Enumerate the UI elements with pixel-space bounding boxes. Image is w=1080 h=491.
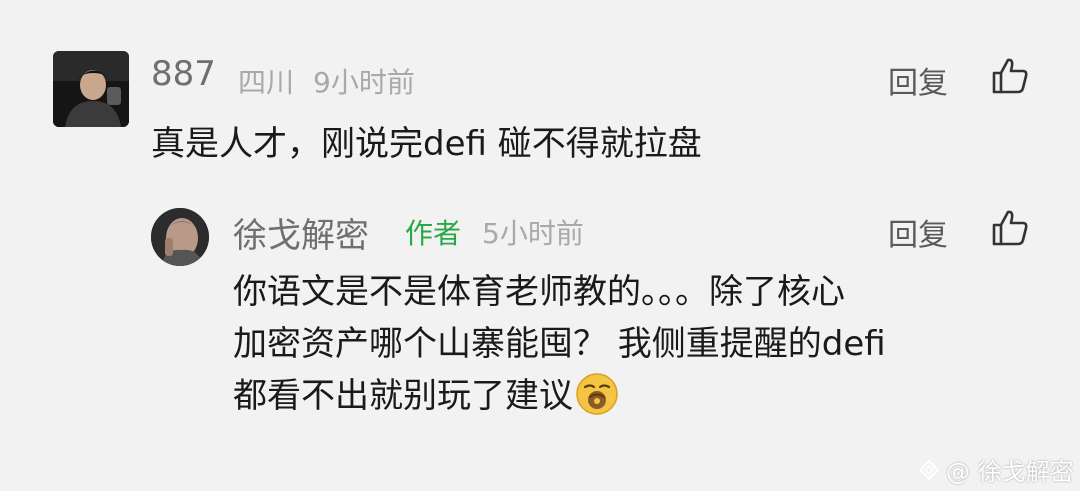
emoji-icon <box>575 372 619 416</box>
reply-text-line: 你语文是不是体育老师教的。。。除了核心 <box>233 272 845 312</box>
reply-text-line-content: 都看不出就别玩了建议 <box>233 376 573 416</box>
timestamp: 9小时前 <box>313 66 415 99</box>
avatar-image <box>151 208 209 266</box>
comment-text: 真是人才，刚说完defi 碰不得就拉盘 <box>151 124 702 164</box>
username[interactable]: 887 <box>151 54 216 94</box>
author-badge: 作者 <box>405 217 462 250</box>
watermark-text: @ 徐戈解密 <box>946 458 1074 486</box>
username[interactable]: 徐戈解密 <box>233 208 369 257</box>
avatar-image <box>53 51 129 127</box>
reply-button[interactable]: 回复 <box>888 58 948 102</box>
like-button[interactable] <box>990 56 1030 96</box>
timestamp: 5小时前 <box>482 217 584 250</box>
reply-text-line: 都看不出就别玩了建议 <box>233 370 1033 422</box>
reply-text: 你语文是不是体育老师教的。。。除了核心 加密资产哪个山寨能囤？ 我侧重提醒的de… <box>233 266 1033 422</box>
watermark: @ 徐戈解密 <box>918 452 1074 487</box>
location: 四川 <box>238 66 295 99</box>
like-button[interactable] <box>990 208 1030 248</box>
diamond-logo-icon <box>918 459 940 481</box>
avatar[interactable] <box>53 51 129 127</box>
thumbs-up-icon <box>992 210 1028 246</box>
reply-text-line: 加密资产哪个山寨能囤？ 我侧重提醒的defi <box>233 324 886 364</box>
reply-button[interactable]: 回复 <box>888 210 948 254</box>
thumbs-up-icon <box>992 58 1028 94</box>
avatar[interactable] <box>151 208 209 266</box>
